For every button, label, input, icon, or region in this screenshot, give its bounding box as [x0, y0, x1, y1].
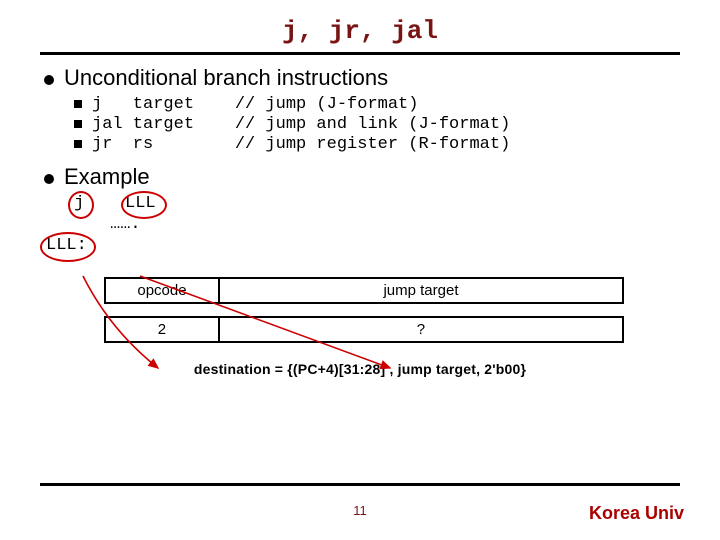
square-bullet-icon	[74, 100, 82, 108]
square-bullet-icon	[74, 140, 82, 148]
content-area: Unconditional branch instructions j targ…	[40, 65, 680, 377]
slide: j, jr, jal Unconditional branch instruct…	[0, 0, 720, 540]
ex-j: j	[74, 194, 84, 213]
bottom-rule	[40, 483, 680, 486]
top-rule	[40, 52, 680, 55]
bullet-dot-icon	[44, 174, 54, 184]
bullet-unconditional: Unconditional branch instructions	[44, 65, 676, 91]
destination-formula: destination = {(PC+4)[31:28] , jump targ…	[44, 361, 676, 377]
bullet-dot-icon	[44, 75, 54, 85]
bullet-text: Example	[64, 164, 150, 190]
circled-lll: LLL	[125, 194, 156, 213]
th-jump-target: jump target	[219, 278, 623, 303]
example-line-1: j LLL	[74, 194, 676, 213]
code-line: jr rs // jump register (R-format)	[92, 135, 510, 154]
bullet-example: Example	[44, 164, 676, 190]
header-table: opcode jump target	[104, 277, 624, 304]
circled-label: LLL:	[46, 236, 87, 255]
example-block: j LLL ……. LLL:	[74, 194, 676, 255]
sub-item: jr rs // jump register (R-format)	[74, 135, 676, 154]
table-gap	[104, 304, 624, 316]
bullet-text: Unconditional branch instructions	[64, 65, 388, 91]
ex-dots: …….	[110, 215, 676, 234]
ex-label: LLL:	[46, 236, 87, 255]
th-opcode: opcode	[105, 278, 219, 303]
slide-title: j, jr, jal	[40, 16, 680, 46]
code-line: j target // jump (J-format)	[92, 95, 418, 114]
instruction-list: j target // jump (J-format) jal target /…	[74, 95, 676, 154]
td-jump-target-val: ?	[219, 317, 623, 342]
sub-item: j target // jump (J-format)	[74, 95, 676, 114]
footer-univ: Korea Univ	[589, 503, 684, 524]
circled-j: j	[74, 194, 84, 213]
ex-label-row: LLL:	[46, 236, 676, 255]
td-opcode-val: 2	[105, 317, 219, 342]
code-line: jal target // jump and link (J-format)	[92, 115, 510, 134]
square-bullet-icon	[74, 120, 82, 128]
value-table: 2 ?	[104, 316, 624, 343]
format-tables: opcode jump target 2 ?	[104, 277, 624, 343]
ex-lll: LLL	[125, 194, 156, 213]
sub-item: jal target // jump and link (J-format)	[74, 115, 676, 134]
